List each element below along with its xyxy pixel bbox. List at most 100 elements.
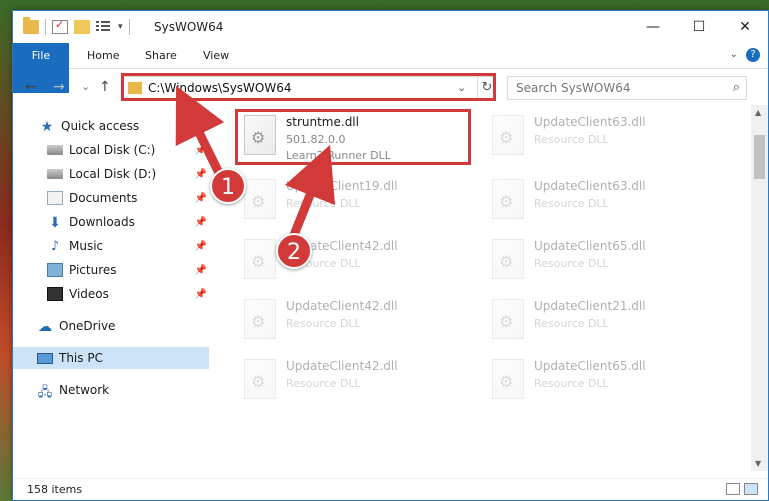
dll-file-icon	[244, 359, 276, 399]
sidebar-item-downloads[interactable]: ⬇ Downloads 📌	[13, 211, 209, 233]
title-bar: ▾ SysWOW64 — ☐ ✕	[13, 11, 768, 43]
file-item-struntme[interactable]: struntme.dll 501.82.0.0 Learn2 Runner DL…	[238, 111, 468, 162]
file-item[interactable]: UpdateClient63.dll Resource DLL	[486, 111, 716, 161]
file-type: Learn2 Runner DLL	[286, 149, 391, 162]
help-icon[interactable]: ?	[746, 48, 760, 62]
pin-icon[interactable]: 📌	[195, 193, 207, 204]
address-path[interactable]: C:\Windows\SysWOW64	[148, 81, 292, 95]
search-box[interactable]: Search SysWOW64 ⌕	[507, 76, 747, 100]
maximize-button[interactable]: ☐	[676, 11, 722, 43]
sidebar-item-label: Pictures	[69, 263, 117, 277]
vertical-scrollbar[interactable]: ▲ ▼	[751, 105, 768, 471]
item-count: 158 items	[27, 483, 83, 496]
music-icon: ♪	[50, 239, 60, 254]
file-name: struntme.dll	[286, 115, 359, 129]
window-controls: — ☐ ✕	[630, 11, 768, 43]
star-icon: ★	[40, 119, 54, 135]
new-folder-icon[interactable]	[74, 20, 90, 34]
up-button[interactable]: ↑	[99, 79, 111, 95]
file-list: struntme.dll 501.82.0.0 Learn2 Runner DL…	[220, 105, 750, 471]
scroll-thumb[interactable]	[754, 135, 765, 179]
address-dropdown-button[interactable]: ⌄	[457, 81, 466, 94]
file-name: UpdateClient65.dll	[534, 239, 646, 253]
file-item[interactable]: UpdateClient63.dll Resource DLL	[486, 175, 716, 225]
minimize-button[interactable]: —	[630, 11, 676, 43]
file-type: Resource DLL	[534, 197, 609, 210]
quick-access-toolbar: ▾	[23, 17, 130, 35]
documents-icon	[47, 191, 63, 205]
folder-icon[interactable]	[23, 17, 39, 34]
dll-file-icon	[492, 299, 524, 339]
sidebar-item-pictures[interactable]: Pictures 📌	[13, 259, 209, 281]
sidebar-item-network[interactable]: 🖧 Network	[13, 379, 209, 401]
disk-icon	[47, 145, 63, 155]
file-item[interactable]: UpdateClient19.dll Resource DLL	[238, 175, 468, 225]
tiles-view-icon[interactable]	[744, 483, 758, 495]
window-title: SysWOW64	[154, 20, 224, 34]
back-button[interactable]: ←	[25, 79, 37, 95]
qat-dropdown-icon[interactable]: ▾	[118, 22, 123, 32]
scroll-down-icon[interactable]: ▼	[755, 459, 761, 468]
pin-icon[interactable]: 📌	[195, 265, 207, 276]
refresh-button[interactable]: ↻	[477, 77, 496, 99]
file-name: UpdateClient42.dll	[286, 359, 398, 373]
sidebar-item-label: Local Disk (D:)	[69, 167, 157, 181]
sidebar-item-local-disk-d[interactable]: Local Disk (D:) 📌	[13, 163, 209, 185]
customize-icon[interactable]	[96, 20, 112, 34]
folder-icon	[128, 82, 142, 94]
file-name: UpdateClient21.dll	[534, 299, 646, 313]
videos-icon	[47, 287, 63, 301]
sidebar-item-label: OneDrive	[59, 319, 116, 333]
scroll-up-icon[interactable]: ▲	[755, 108, 761, 117]
details-view-icon[interactable]	[726, 483, 740, 495]
pin-icon[interactable]: 📌	[195, 241, 207, 252]
sidebar-item-music[interactable]: ♪ Music 📌	[13, 235, 209, 257]
sidebar-item-documents[interactable]: Documents 📌	[13, 187, 209, 209]
forward-button[interactable]: →	[53, 79, 65, 95]
sidebar-item-videos[interactable]: Videos 📌	[13, 283, 209, 305]
sidebar-item-local-disk-c[interactable]: Local Disk (C:) 📌	[13, 139, 209, 161]
status-bar: 158 items	[13, 478, 768, 500]
sidebar-item-label: Quick access	[61, 119, 140, 133]
file-item[interactable]: UpdateClient65.dll Resource DLL	[486, 355, 716, 405]
divider	[128, 19, 130, 35]
disk-icon	[47, 169, 63, 179]
sidebar-item-label: Music	[69, 239, 104, 253]
file-version: 501.82.0.0	[286, 133, 346, 146]
pin-icon[interactable]: 📌	[195, 169, 207, 180]
tab-share[interactable]: Share	[131, 43, 191, 69]
recent-locations-button[interactable]: ⌄	[81, 80, 90, 93]
file-item[interactable]: UpdateClient21.dll Resource DLL	[486, 295, 716, 345]
file-item[interactable]: UpdateClient65.dll Resource DLL	[486, 235, 716, 285]
address-bar[interactable]: C:\Windows\SysWOW64 ⌄ ↻	[121, 76, 496, 100]
file-type: Resource DLL	[534, 377, 609, 390]
properties-icon[interactable]	[52, 18, 68, 34]
pin-icon[interactable]: 📌	[195, 145, 207, 156]
pin-icon[interactable]: 📌	[195, 217, 207, 228]
sidebar-item-label: Local Disk (C:)	[69, 143, 156, 157]
sidebar-item-label: Documents	[69, 191, 138, 205]
file-item[interactable]: UpdateClient42.dll Resource DLL	[238, 235, 468, 285]
tab-view[interactable]: View	[189, 43, 243, 69]
dll-file-icon	[492, 239, 524, 279]
close-button[interactable]: ✕	[722, 11, 768, 43]
sidebar-item-this-pc[interactable]: This PC	[13, 347, 209, 369]
search-input[interactable]: Search SysWOW64	[516, 81, 630, 95]
search-icon[interactable]: ⌕	[733, 80, 740, 95]
dll-file-icon	[492, 179, 524, 219]
sidebar-item-quick-access[interactable]: ★ Quick access	[13, 115, 209, 137]
sidebar-item-onedrive[interactable]: ☁ OneDrive	[13, 315, 209, 337]
chevron-down-icon[interactable]: ⌄	[730, 49, 738, 60]
file-item[interactable]: UpdateClient42.dll Resource DLL	[238, 355, 468, 405]
file-type: Resource DLL	[534, 317, 609, 330]
tab-home[interactable]: Home	[73, 43, 133, 69]
ribbon-tabs: File Home Share View ⌄ ?	[13, 43, 768, 93]
pin-icon[interactable]: 📌	[195, 289, 207, 300]
file-item[interactable]: UpdateClient42.dll Resource DLL	[238, 295, 468, 345]
file-name: UpdateClient19.dll	[286, 179, 398, 193]
explorer-window: ▾ SysWOW64 — ☐ ✕ File Home Share View ⌄ …	[12, 10, 769, 501]
dll-file-icon	[492, 115, 524, 155]
navigation-pane: ★ Quick access Local Disk (C:) 📌 Local D…	[13, 115, 209, 471]
callout-step-2: 2	[276, 233, 312, 269]
file-name: UpdateClient42.dll	[286, 299, 398, 313]
